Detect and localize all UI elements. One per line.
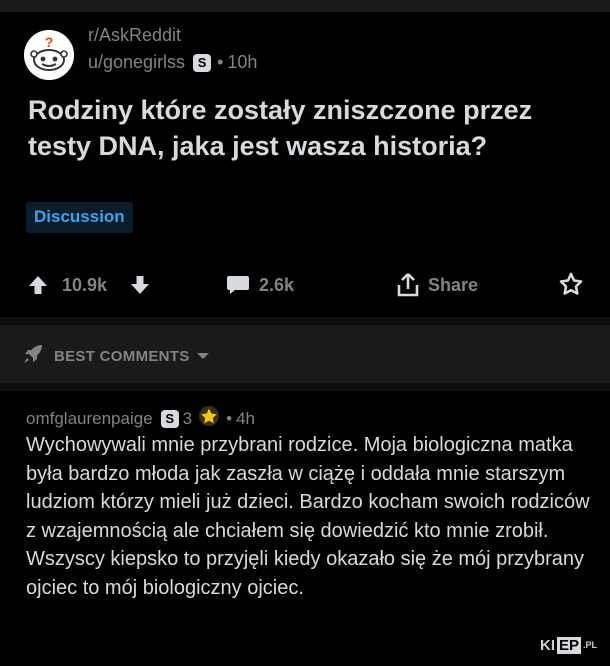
watermark-i: I	[550, 636, 556, 654]
sort-dropdown[interactable]: BEST COMMENTS	[22, 343, 210, 369]
post-time: 10h	[227, 52, 258, 72]
rocket-icon	[22, 343, 44, 369]
downvote-button[interactable]	[128, 268, 152, 302]
watermark-pl: .PL	[583, 640, 598, 650]
post-title[interactable]: Rodziny które zostały zniszczone przez t…	[28, 92, 588, 164]
askreddit-snoo-icon[interactable]: ?	[24, 30, 74, 80]
section-divider	[0, 383, 610, 391]
post-meta: u/gonegirlss S • 10h	[88, 52, 257, 73]
author-badge-icon: S	[193, 53, 212, 72]
award-icon	[558, 272, 584, 298]
comment-time: 4h	[236, 408, 255, 428]
comments-button[interactable]: 2.6k	[226, 268, 294, 302]
comment-author[interactable]: omfglaurenpaige	[26, 409, 153, 429]
share-label: Share	[428, 274, 479, 295]
upvote-count: 10.9k	[62, 274, 108, 295]
downvote-arrow-icon	[128, 273, 152, 297]
comment-sort-bar: BEST COMMENTS	[0, 325, 610, 383]
comment-badge-icon: S	[160, 409, 179, 428]
kiep-watermark: K I EP .PL	[540, 634, 597, 656]
comment-body: Wychowywali mnie przybrani rodzice. Moja…	[26, 434, 590, 599]
share-icon	[396, 272, 420, 298]
sort-label: BEST COMMENTS	[54, 347, 190, 365]
separator-dot: •	[217, 52, 224, 72]
comments-count: 2.6k	[259, 274, 295, 295]
post-flair[interactable]: Discussion	[26, 202, 133, 233]
svg-text:?: ?	[45, 34, 54, 50]
award-count: 3	[182, 408, 193, 428]
award-icon[interactable]	[198, 405, 220, 432]
top-strip	[0, 0, 610, 12]
subreddit-name[interactable]: r/AskReddit	[88, 25, 181, 46]
watermark-ep: EP	[557, 636, 582, 654]
separator-dot: •	[226, 408, 233, 428]
upvote-arrow-icon	[26, 273, 50, 297]
watermark-k: K	[540, 636, 551, 654]
post-card: ? r/AskReddit u/gonegirlss S • 10h Rodzi…	[0, 12, 610, 317]
award-button[interactable]	[558, 268, 584, 302]
comment-card: omfglaurenpaige S 3 • 4h Wychowywali mni…	[0, 391, 610, 666]
chevron-down-icon	[196, 348, 210, 365]
vote-count: 10.9k	[62, 268, 107, 302]
section-divider	[0, 317, 610, 325]
comment-bubble-icon	[226, 274, 250, 296]
share-button[interactable]: Share	[396, 268, 478, 302]
post-author[interactable]: u/gonegirlss	[88, 52, 185, 73]
upvote-button[interactable]	[26, 268, 50, 302]
comment-meta: omfglaurenpaige S 3 • 4h	[26, 405, 255, 432]
post-action-bar: 10.9k 2.6k Share	[0, 268, 610, 302]
